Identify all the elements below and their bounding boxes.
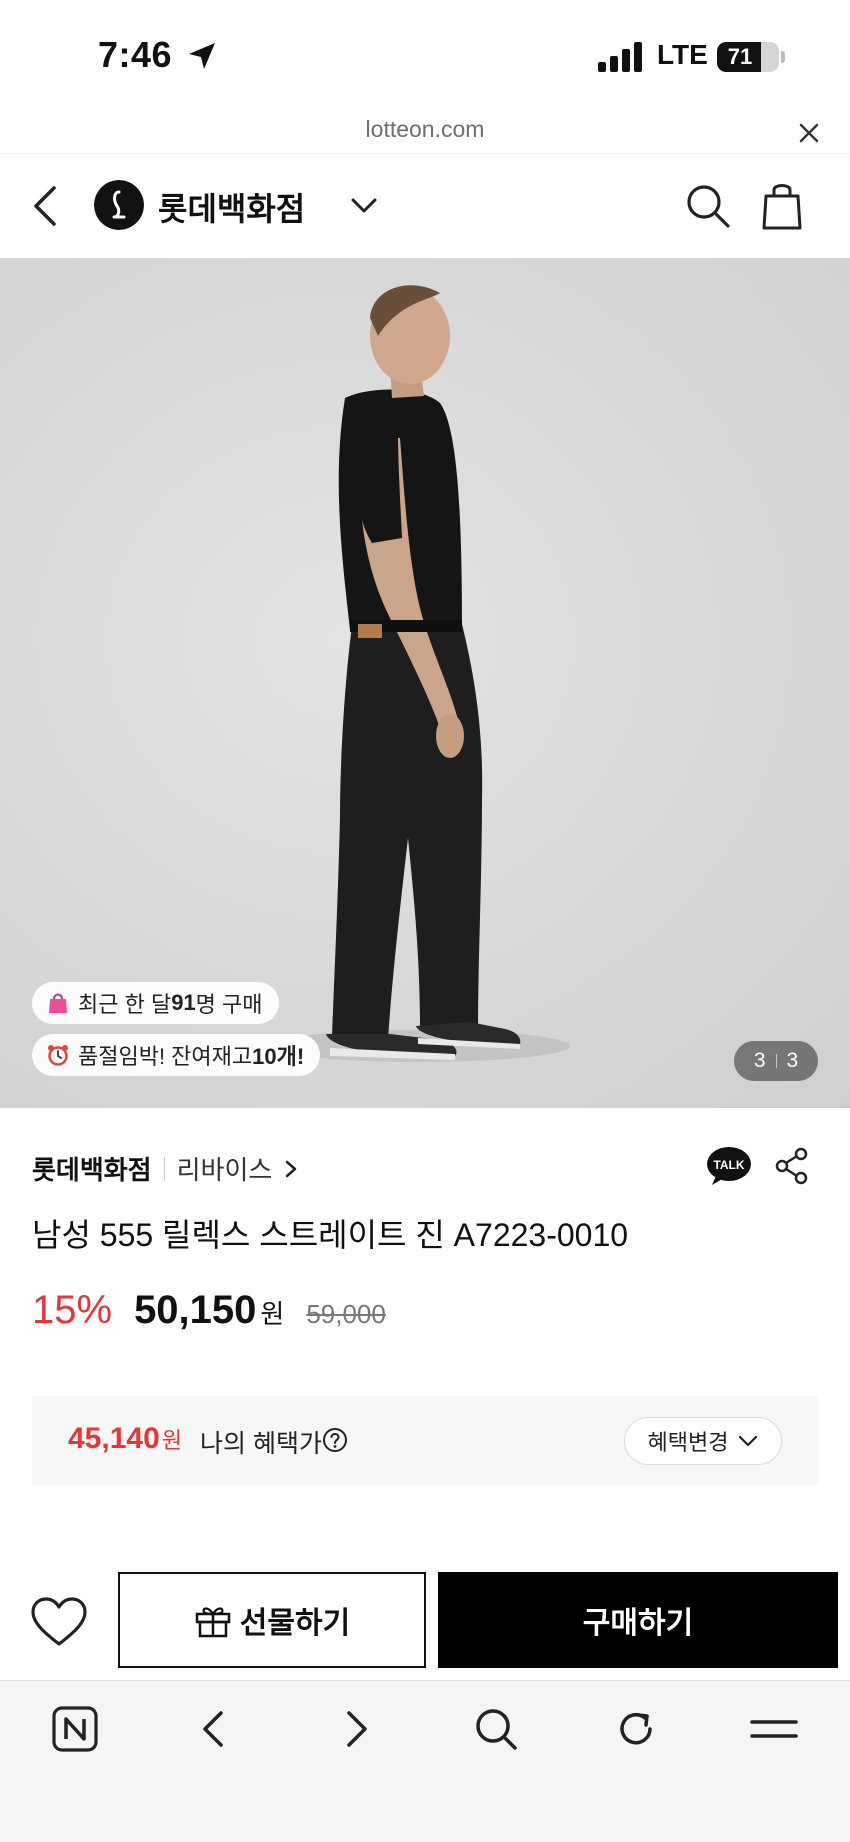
close-icon[interactable] [796,120,822,146]
naver-n-icon[interactable] [51,1705,99,1753]
buy-button[interactable]: 구매하기 [438,1572,838,1668]
shopping-bag-icon[interactable] [762,180,802,230]
network-type: LTE [657,39,708,70]
product-photo [270,285,570,1062]
sale-price: 50,150 [134,1288,257,1332]
chevron-down-icon [739,1435,758,1447]
product-image-gallery[interactable]: 최근 한 달 91 명 구매 품절임박! 잔여재고 10개! 3 3 [0,258,850,1108]
chevron-down-icon[interactable] [350,194,378,216]
original-price: 59,000 [306,1299,386,1329]
gift-label: 선물하기 [239,1607,351,1640]
store-brand-line: 롯데백화점 리바이스 [32,1150,298,1187]
benefit-change-button[interactable]: 혜택변경 [624,1417,782,1465]
total-images: 3 [786,1049,799,1072]
benefit-price: 45,140원 [68,1422,182,1456]
benefit-change-label: 혜택변경 [647,1430,729,1455]
refresh-icon[interactable] [612,1705,660,1753]
low-stock-badge: 품절임박! 잔여재고 10개! [32,1034,321,1076]
browser-toolbar [0,1680,850,1842]
benefit-currency: 원 [161,1428,183,1453]
svg-text:TALK: TALK [713,1158,744,1172]
store-name[interactable]: 롯데백화점 [32,1150,152,1187]
status-time: 7:46 [98,34,173,75]
chevron-right-icon[interactable] [284,1159,298,1179]
url-text[interactable]: lotteon.com [0,116,850,143]
help-circle-icon[interactable] [322,1427,348,1453]
back-chevron-icon[interactable] [28,182,64,230]
image-counter: 3 3 [734,1041,818,1081]
stock-count: 10개! [252,1044,305,1069]
shopping-bag-emoji-icon [49,993,67,1013]
status-bar: 7:46 LTE 71 [0,0,850,110]
search-icon[interactable] [684,182,732,230]
menu-icon[interactable] [750,1705,798,1753]
buyers-suffix: 명 구매 [195,992,263,1017]
kakao-talk-icon[interactable]: TALK [706,1146,752,1186]
buyers-count: 91 [171,990,196,1015]
brand-link[interactable]: 리바이스 [177,1150,273,1187]
benefit-label: 나의 혜택가 [200,1430,322,1458]
product-title: 남성 555 릴렉스 스트레이트 진 A7223-0010 [32,1217,629,1253]
back-icon[interactable] [190,1705,238,1753]
search-icon[interactable] [472,1705,520,1753]
cellular-signal-icon [598,42,642,72]
price-row: 15% 50,150 원 59,000 [32,1288,386,1333]
heart-icon[interactable] [30,1596,88,1648]
gift-icon [195,1607,231,1638]
lotte-logo-icon[interactable] [94,180,144,230]
discount-rate: 15% [32,1288,113,1332]
current-image: 3 [753,1049,766,1072]
brand-name[interactable]: 롯데백화점 [158,184,305,230]
stock-prefix: 품절임박! 잔여재고 [78,1044,253,1069]
battery-icon: 71 [717,42,779,72]
counter-divider [775,1054,777,1068]
app-header: 롯데백화점 [0,156,850,256]
forward-icon[interactable] [332,1705,380,1753]
buyers-prefix: 최근 한 달 [78,992,172,1017]
battery-level: 71 [727,44,753,69]
url-bar[interactable]: lotteon.com [0,110,850,154]
share-icon[interactable] [774,1146,810,1186]
gift-button[interactable]: 선물하기 [118,1572,426,1668]
divider [163,1156,165,1181]
purchase-action-bar: 선물하기 구매하기 [0,1570,850,1680]
alarm-clock-emoji-icon [48,1045,68,1066]
recent-buyers-badge: 최근 한 달 91 명 구매 [32,982,279,1024]
battery-tip [781,51,785,63]
benefit-price-value: 45,140 [68,1422,160,1455]
buy-label: 구매하기 [582,1607,694,1640]
currency-unit: 원 [260,1299,285,1329]
my-benefit-box: 45,140원 나의 혜택가 혜택변경 [32,1396,818,1486]
location-arrow-icon [189,43,215,69]
